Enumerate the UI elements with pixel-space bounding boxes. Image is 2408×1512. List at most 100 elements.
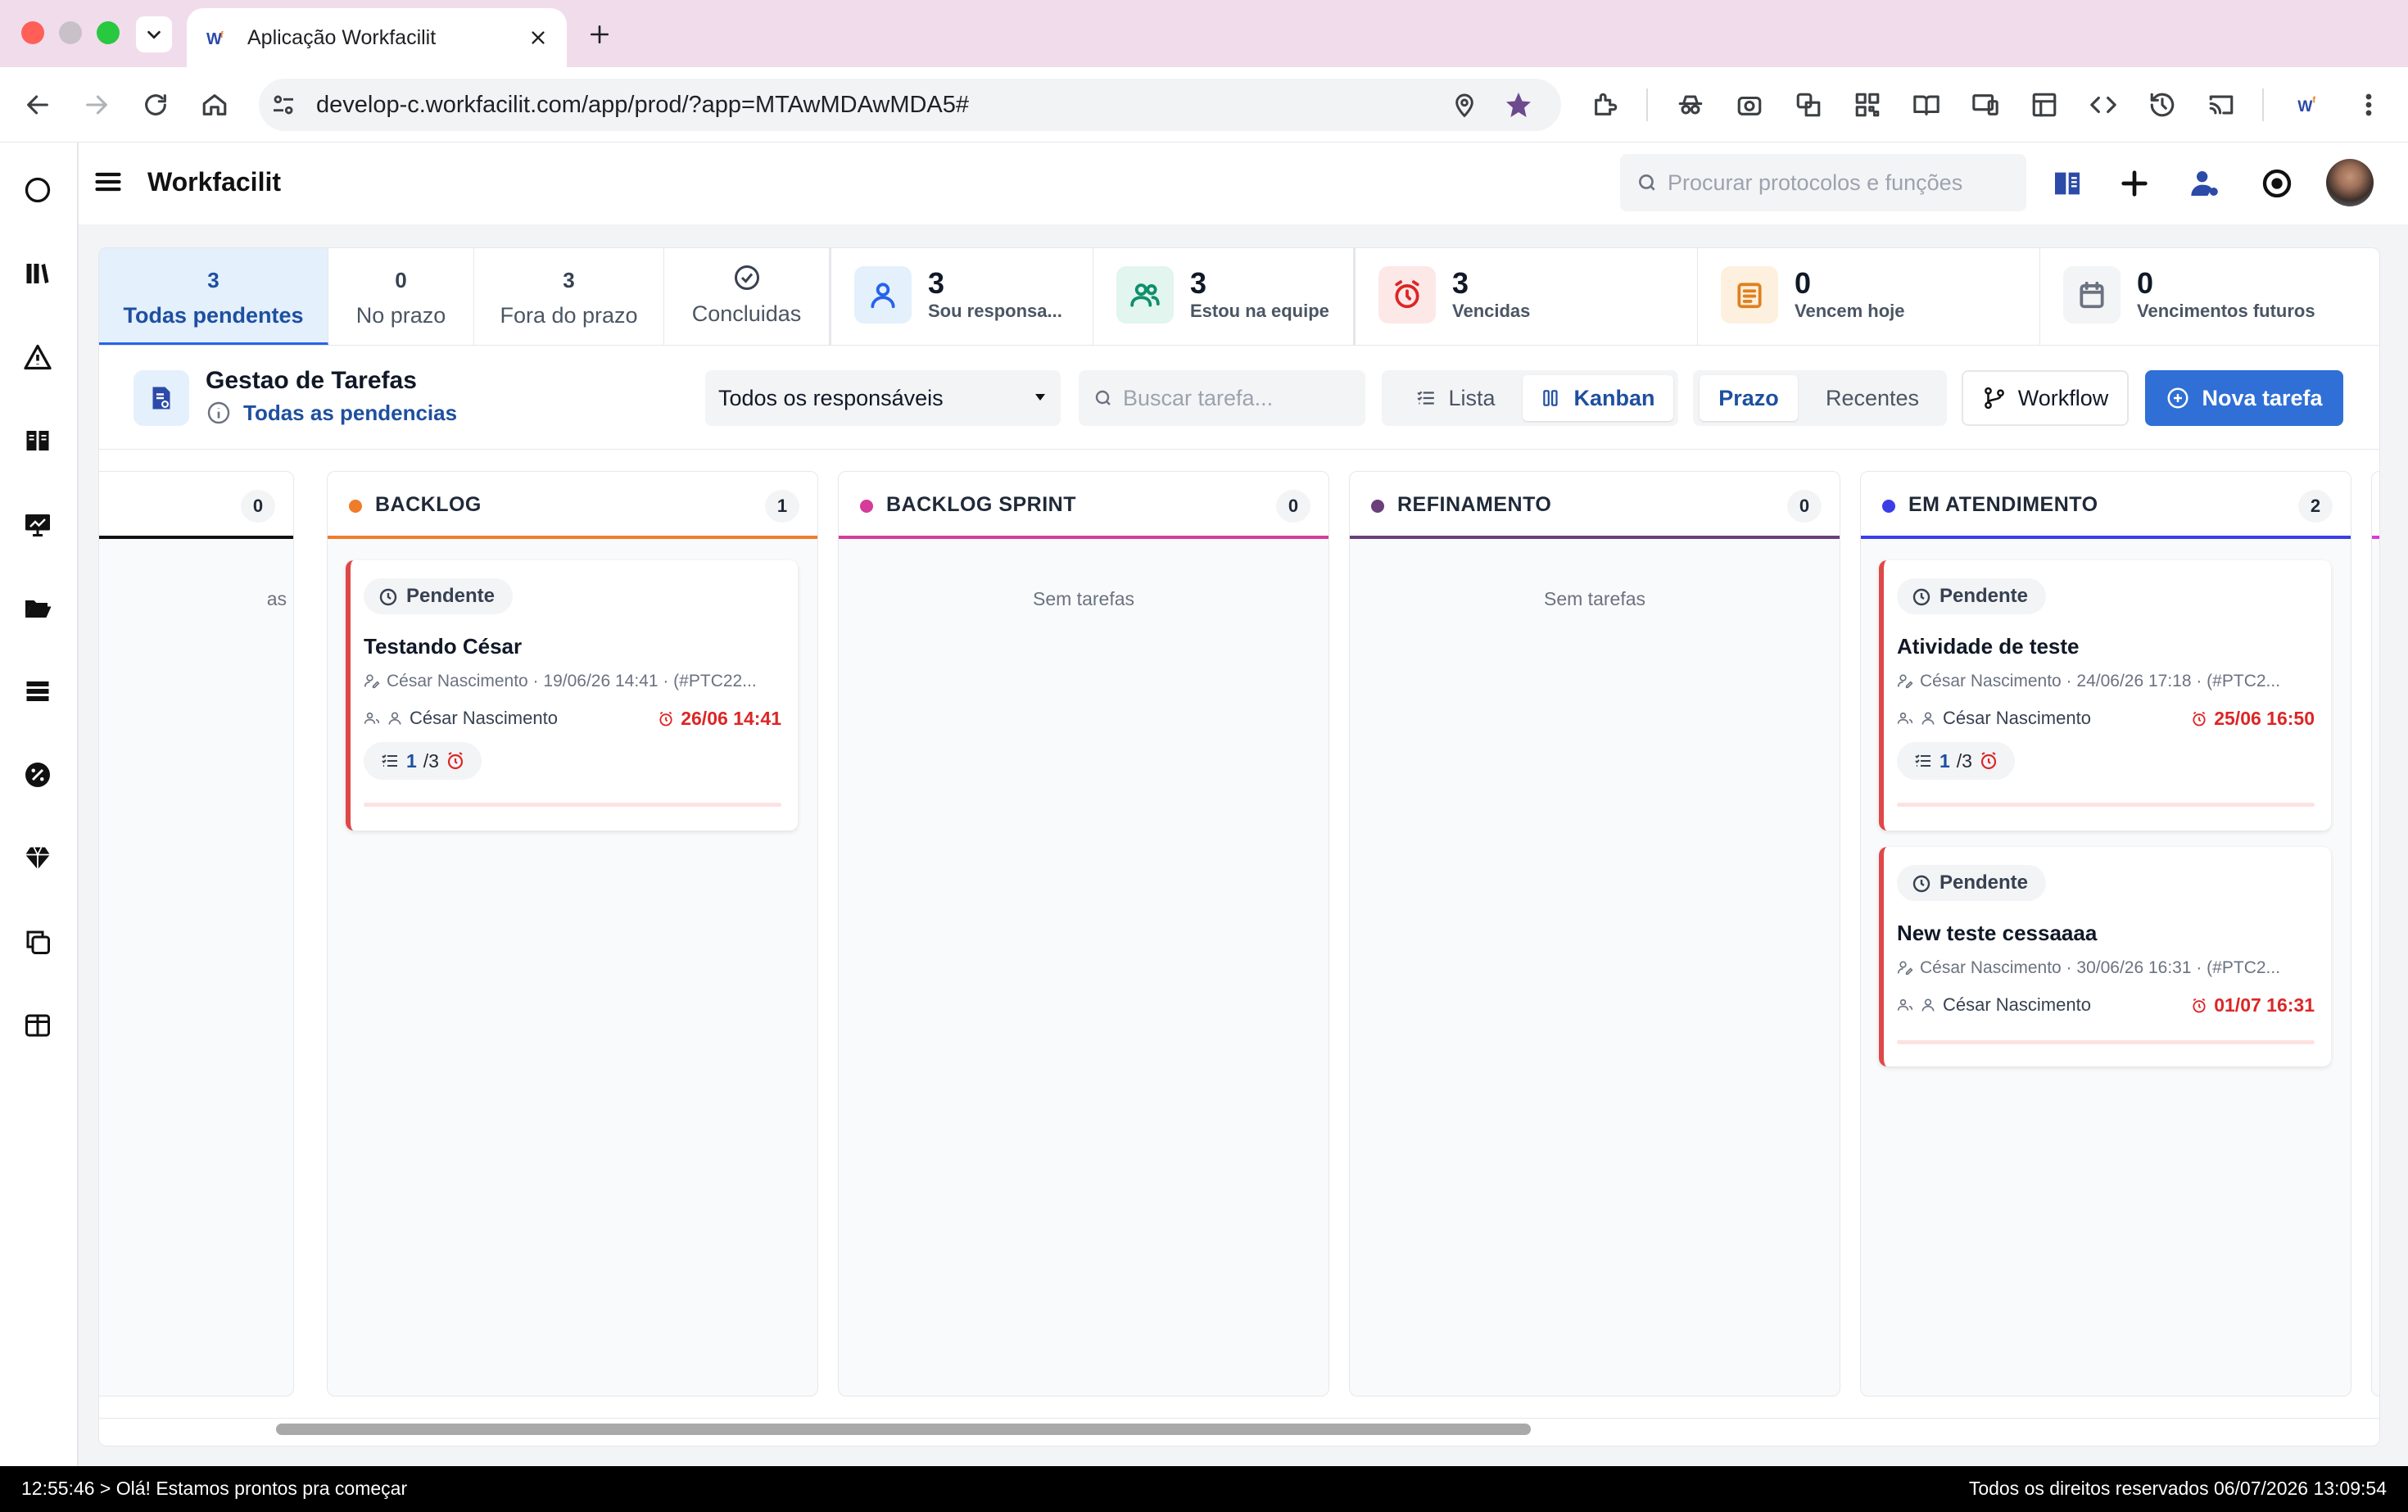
filter-vencimentos-futuros[interactable]: 0 Vencimentos futuros	[2040, 248, 2379, 345]
task-meta-text: César Nascimento · 30/06/26 16:31 · (#PT…	[1920, 958, 2281, 977]
sidebar-item-premium[interactable]	[20, 840, 56, 876]
menu-button[interactable]	[93, 167, 126, 200]
home-button[interactable]	[197, 87, 233, 123]
close-window-button[interactable]	[21, 21, 44, 44]
task-due: 01/07 16:31	[2191, 994, 2315, 1016]
site-settings-icon[interactable]	[270, 92, 296, 118]
warning-icon	[24, 344, 52, 370]
task-card[interactable]: Pendente Atividade de teste César Nascim…	[1879, 560, 2331, 831]
status-badge-text: Pendente	[1940, 585, 2029, 607]
filter-concluidas[interactable]: Concluidas	[664, 248, 831, 345]
close-tab-icon[interactable]	[529, 29, 547, 47]
task-card[interactable]: Pendente Testando César César Nascimento…	[346, 560, 798, 831]
sort-toggle: Prazo Recentes	[1693, 370, 1947, 426]
column-title: BACKLOG	[375, 493, 482, 516]
subtasks-badge[interactable]: 1/3	[1897, 742, 2015, 780]
reload-button[interactable]	[138, 87, 174, 123]
sidebar-item-alerts[interactable]	[20, 339, 56, 375]
document-task-icon	[152, 387, 170, 410]
location-icon[interactable]	[1451, 92, 1478, 118]
devtools-button[interactable]	[2085, 87, 2121, 123]
kanban-column-header: BACKLOG 1	[328, 472, 817, 539]
profile-workfacilit-button[interactable]: Wf	[2292, 87, 2328, 123]
minimize-window-button[interactable]	[59, 21, 82, 44]
sidebar-item-copy[interactable]	[20, 924, 56, 960]
view-kanban-button[interactable]: Kanban	[1523, 375, 1673, 421]
add-button[interactable]	[2112, 161, 2157, 206]
filter-estou-na-equipe[interactable]: 3 Estou na equipe	[1093, 248, 1356, 345]
info-icon[interactable]	[206, 400, 232, 426]
column-count: 0	[1787, 490, 1822, 523]
app-title: Workfacilit	[147, 167, 281, 197]
kanban-column-em-atendimento: EM ATENDIMENTO 2 Pendente Atividade de t…	[1860, 471, 2351, 1397]
task-meta-text: César Nascimento · 19/06/26 14:41 · (#PT…	[387, 672, 757, 690]
kanban-scrollbar-thumb[interactable]	[276, 1424, 1531, 1435]
qr-code-button[interactable]	[1849, 87, 1885, 123]
task-toolbar: Gestao de Tarefas Todas as pendencias To…	[99, 345, 2379, 450]
tab-list-button[interactable]	[136, 16, 172, 52]
sort-prazo-button[interactable]: Prazo	[1700, 375, 1798, 421]
browser-tab[interactable]: Wf Aplicação Workfacilit	[187, 8, 567, 67]
filter-sou-responsavel[interactable]: 3 Sou responsa...	[831, 248, 1093, 345]
subtasks-badge[interactable]: 1/3	[364, 742, 482, 780]
bookmark-star-icon[interactable]	[1504, 90, 1533, 120]
sort-recentes-button[interactable]: Recentes	[1804, 375, 1940, 421]
kanban-scroll-track	[99, 1418, 2379, 1437]
kanban-column-backlog-sprint: BACKLOG SPRINT 0 Sem tarefas	[838, 471, 1329, 1397]
task-responsible: César Nascimento	[1897, 708, 2091, 729]
back-button[interactable]	[20, 87, 56, 123]
devices-button[interactable]	[1967, 87, 2003, 123]
filter-vencidas[interactable]: 3 Vencidas	[1356, 248, 1698, 345]
maximize-window-button[interactable]	[97, 21, 120, 44]
global-search-input[interactable]: Procurar protocolos e funções	[1620, 154, 2026, 211]
browser-menu-button[interactable]	[2351, 87, 2387, 123]
new-tab-button[interactable]	[583, 18, 616, 51]
task-search-input[interactable]: Buscar tarefa...	[1079, 370, 1365, 426]
code-icon	[2090, 96, 2116, 114]
task-card[interactable]: Pendente New teste cessaaaa César Nascim…	[1879, 847, 2331, 1066]
spy-icon	[1678, 95, 1703, 115]
record-button[interactable]	[2254, 161, 2300, 206]
sidebar-item-presentation[interactable]	[20, 506, 56, 542]
translate-button[interactable]	[1790, 87, 1826, 123]
filter-vencem-hoje[interactable]: 0 Vencem hoje	[1698, 248, 2040, 345]
responsaveis-select[interactable]: Todos os responsáveis	[705, 370, 1061, 426]
incognito-extension-button[interactable]	[1672, 87, 1709, 123]
sidebar-item-library[interactable]	[20, 256, 56, 292]
table-extension-button[interactable]	[2026, 87, 2062, 123]
cast-button[interactable]	[2203, 87, 2239, 123]
user-settings-button[interactable]	[2182, 161, 2228, 206]
filter-no-prazo[interactable]: 0 No prazo	[328, 248, 474, 345]
users-icon	[1897, 998, 1913, 1011]
svg-text:W: W	[2297, 98, 2313, 115]
table-icon	[2032, 93, 2057, 117]
user-edit-icon	[1897, 674, 1913, 689]
view-lista-button[interactable]: Lista	[1388, 375, 1523, 421]
server-icon	[26, 681, 49, 701]
workflow-button[interactable]: Workflow	[1962, 370, 2129, 426]
nova-tarefa-button[interactable]: Nova tarefa	[2145, 370, 2343, 426]
tasks-module-icon	[134, 370, 189, 426]
sidebar-item-server[interactable]	[20, 673, 56, 709]
filter-fora-do-prazo[interactable]: 3 Fora do prazo	[474, 248, 664, 345]
forward-button[interactable]	[79, 87, 115, 123]
toolbar-divider	[2262, 88, 2264, 121]
left-sidebar	[0, 143, 79, 1466]
book-button[interactable]	[2044, 161, 2090, 206]
sidebar-item-discounts[interactable]	[20, 757, 56, 793]
module-subtitle-text: Todas as pendencias	[243, 400, 458, 425]
user-avatar[interactable]	[2326, 159, 2374, 206]
sidebar-item-book[interactable]	[20, 423, 56, 459]
sidebar-item-folders[interactable]	[20, 590, 56, 626]
address-bar[interactable]: develop-c.workfacilit.com/app/prod/?app=…	[259, 79, 1561, 131]
filter-todas-pendentes[interactable]: 3 Todas pendentes	[99, 248, 328, 345]
reading-mode-button[interactable]	[1908, 87, 1944, 123]
kanban-column-header: REFINAMENTO 0	[1350, 472, 1840, 539]
column-color-dot	[1371, 500, 1384, 513]
history-button[interactable]	[2144, 87, 2180, 123]
screenshot-extension-button[interactable]	[1731, 87, 1768, 123]
sidebar-item-home[interactable]	[20, 172, 56, 208]
sidebar-item-layout[interactable]	[20, 1007, 56, 1043]
extensions-button[interactable]	[1587, 87, 1623, 123]
task-panel: 3 Todas pendentes 0 No prazo 3 Fora do p…	[98, 247, 2380, 1446]
